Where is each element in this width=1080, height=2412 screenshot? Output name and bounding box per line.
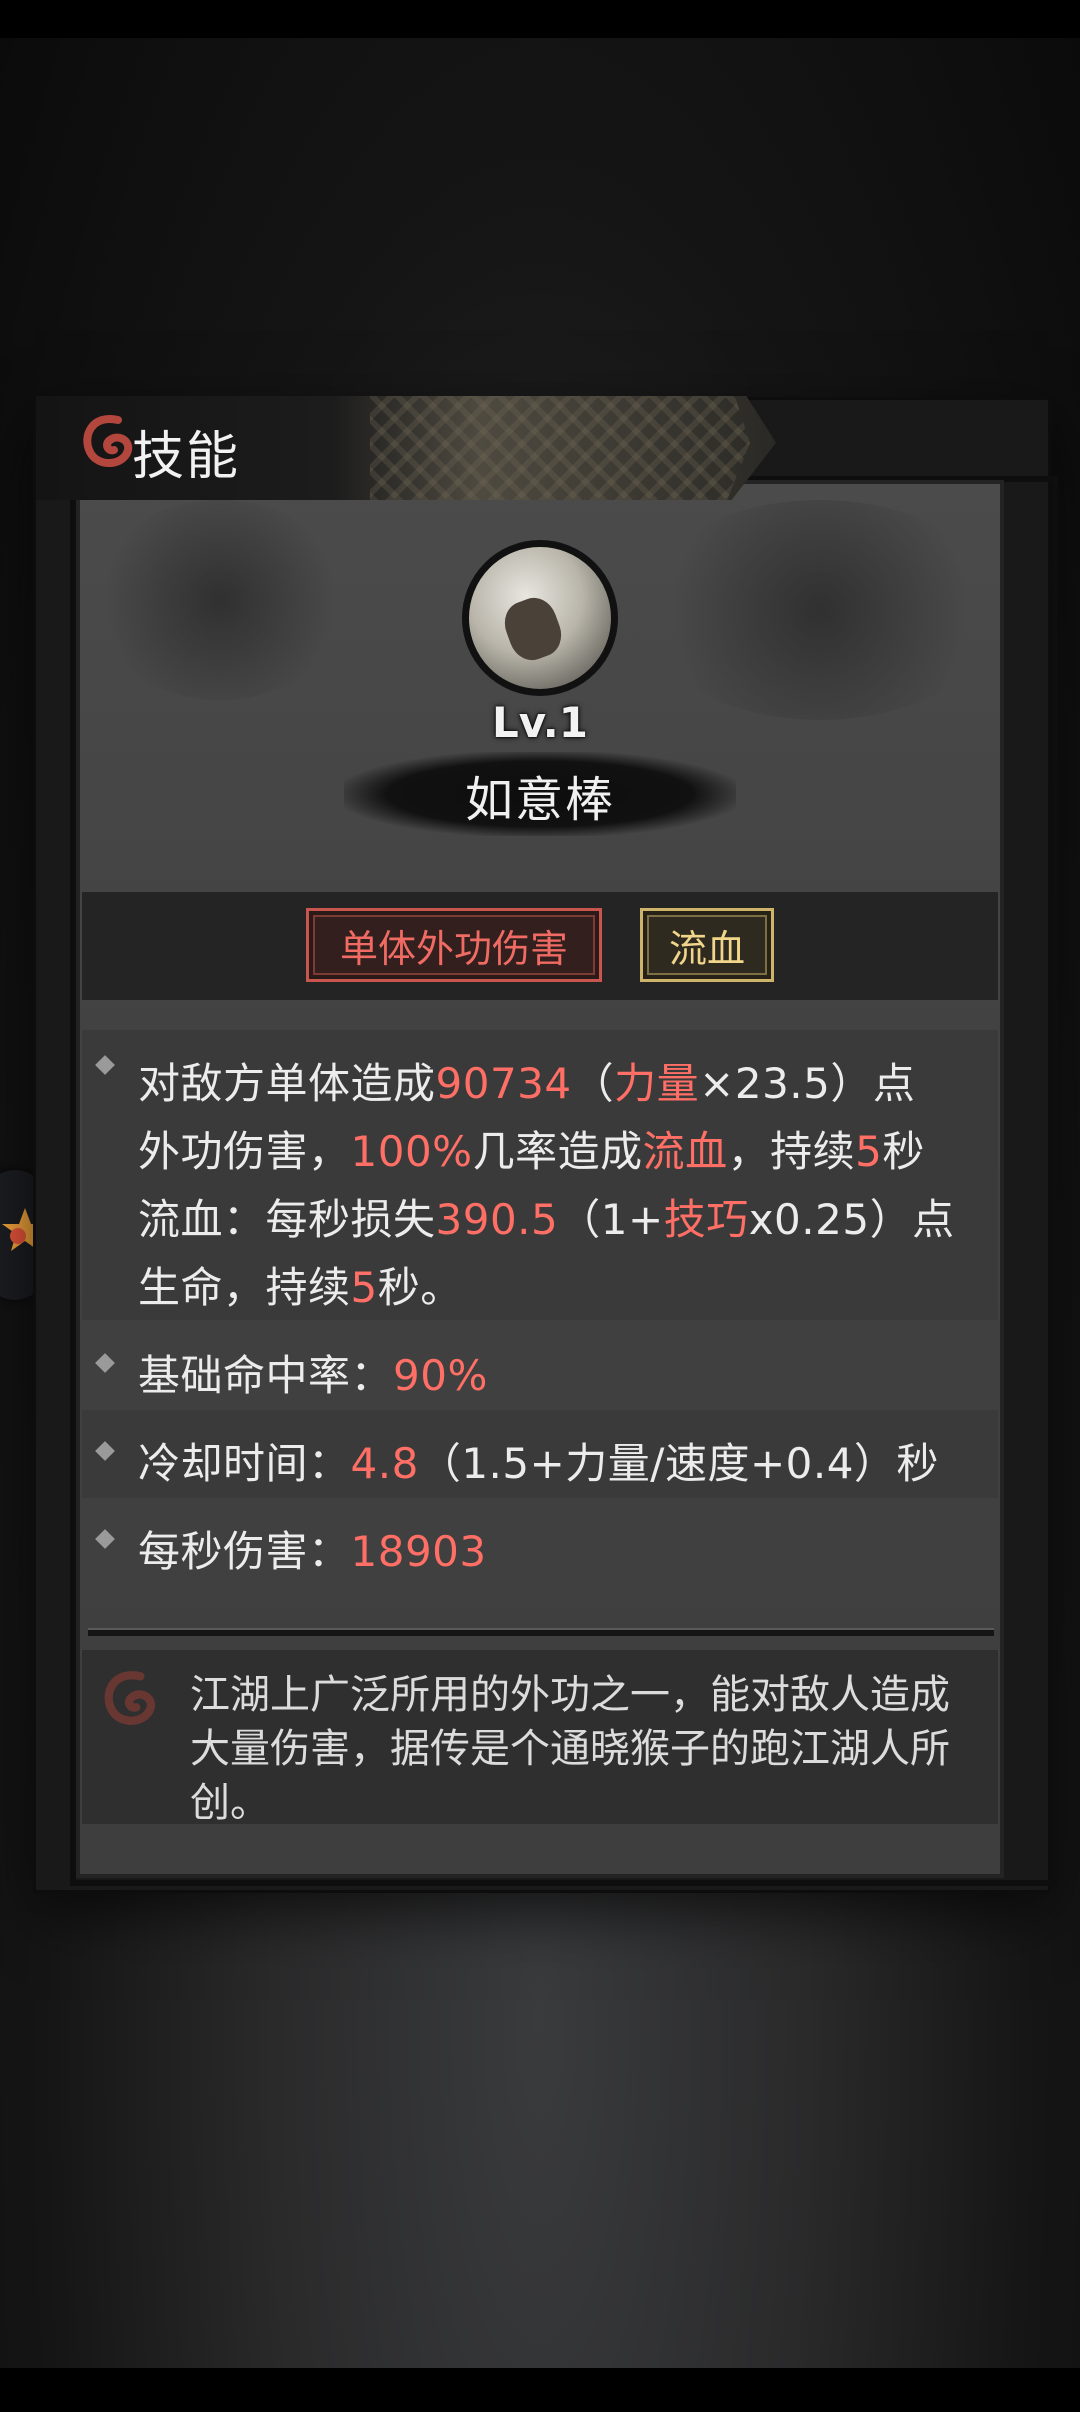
swirl-icon [83,415,133,467]
ink-decoration [90,500,350,700]
skill-icon[interactable] [462,540,618,696]
skill-name: 如意棒 [464,772,615,828]
tag-bleed[interactable]: 流血 [640,908,774,982]
swirl-icon [104,1671,155,1725]
panel-title: 技能 [132,427,241,487]
ribbon-pattern [370,396,750,500]
tag-single-damage[interactable]: 单体外功伤害 [306,908,602,982]
cooldown-row: 冷却时间：4.8（1.5+力量/速度+0.4）秒 [138,1439,939,1488]
effect-line-4: 生命，持续5秒。 [138,1263,463,1312]
section-divider [88,1628,994,1636]
fist-icon [498,591,568,667]
lore-line-3: 创。 [190,1780,270,1826]
hit-rate-row: 基础命中率：90% [138,1351,488,1400]
navigation-bar [0,2368,1080,2412]
lore-line-1: 江湖上广泛所用的外功之一，能对敌人造成 [190,1672,950,1718]
skill-level: Lv.1 [492,698,588,747]
status-bar [0,0,1080,38]
ink-decoration [640,500,1000,720]
effect-line-1: 对敌方单体造成90734（力量×23.5）点 [138,1059,916,1108]
lore-line-2: 大量伤害，据传是个通晓猴子的跑江湖人所 [190,1726,950,1772]
effect-line-3: 流血：每秒损失390.5（1+技巧x0.25）点 [138,1195,955,1244]
effect-line-2: 外功伤害，100%几率造成流血，持续5秒 [138,1127,925,1176]
dps-row: 每秒伤害：18903 [138,1527,487,1576]
